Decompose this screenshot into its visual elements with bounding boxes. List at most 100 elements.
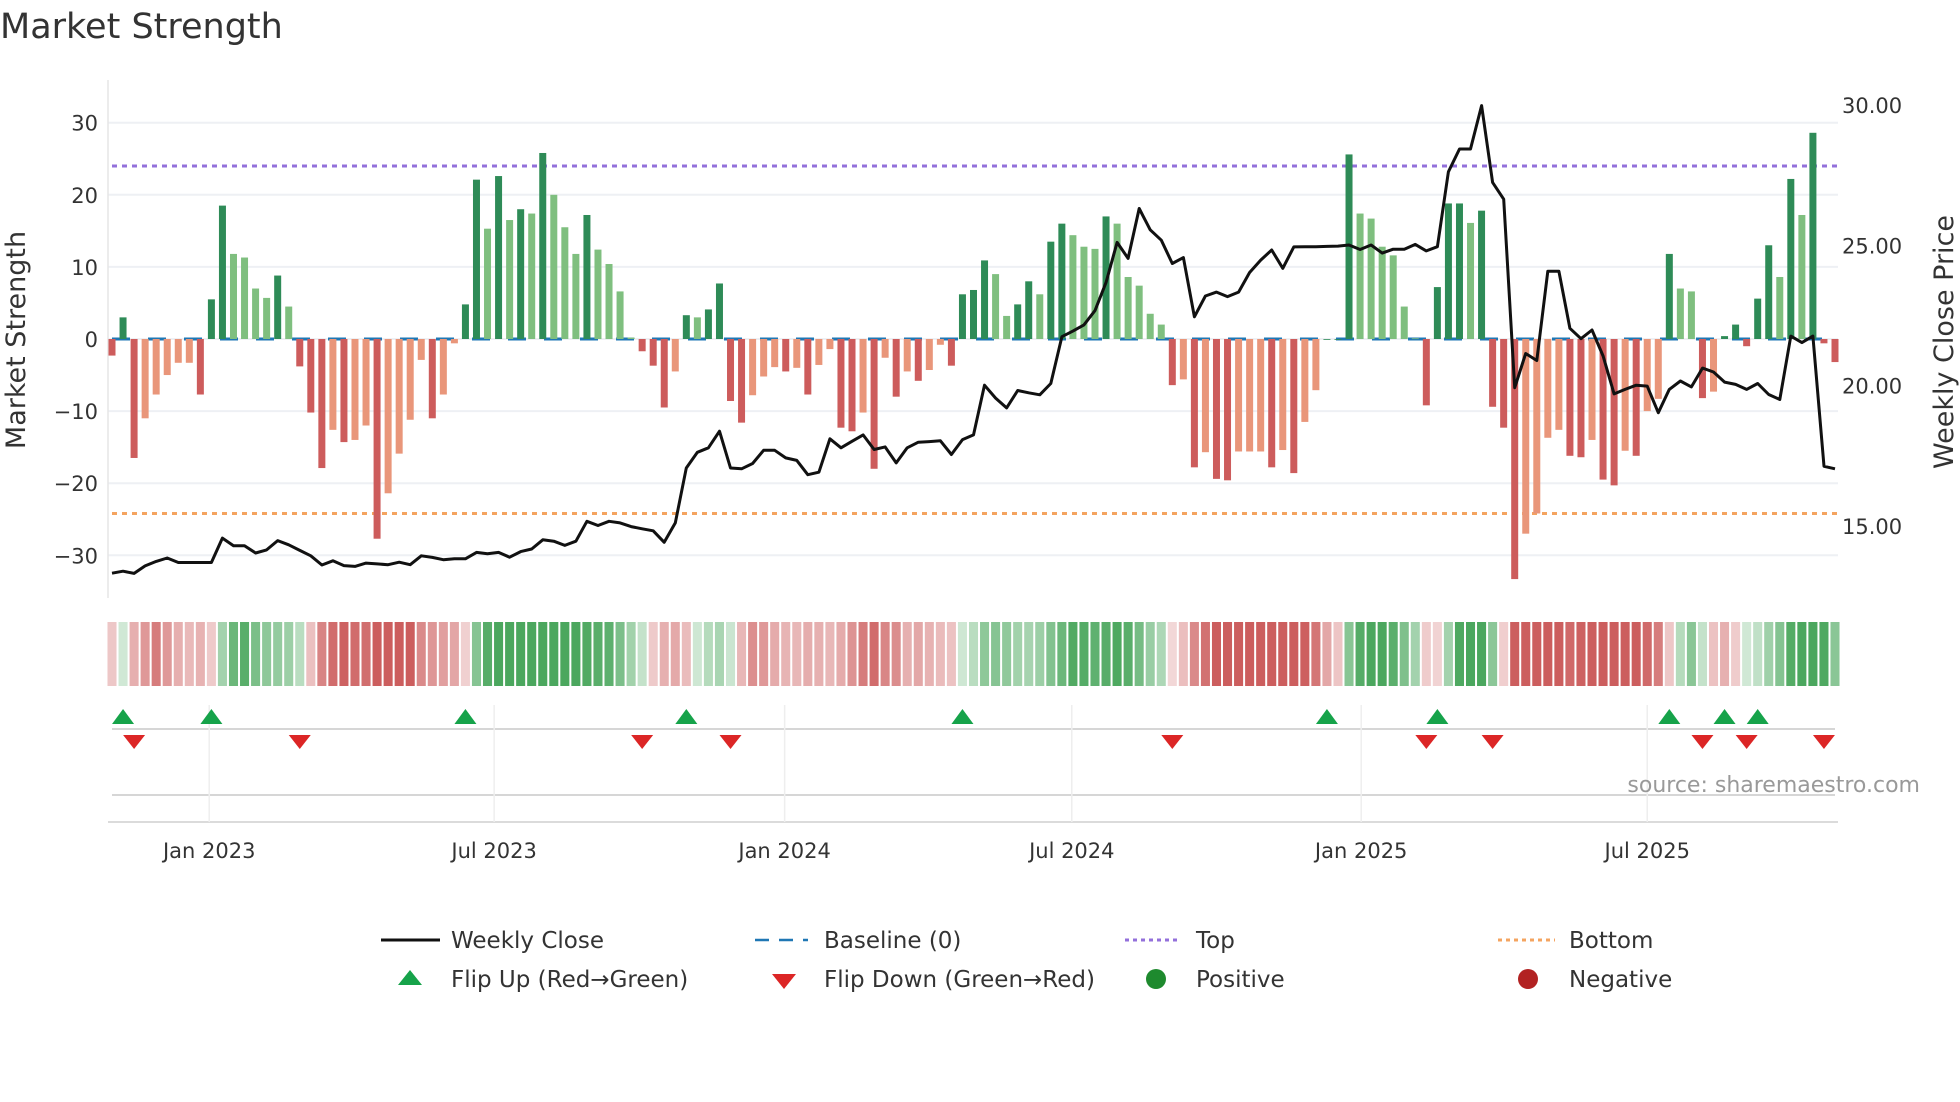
strip-cell	[560, 622, 570, 686]
strip-cell	[107, 622, 117, 686]
strip-cell	[1013, 622, 1023, 686]
strip-cell	[1675, 622, 1685, 686]
strip-cell	[770, 622, 780, 686]
flip-up-marker	[675, 709, 698, 724]
strength-bar	[903, 339, 911, 372]
legend-baseline: Baseline (0)	[824, 928, 961, 954]
strength-bar	[384, 339, 392, 494]
strength-bar	[1224, 339, 1232, 481]
strip-cell	[1720, 622, 1730, 686]
y-tick-label: −10	[54, 400, 98, 424]
x-tick-label: Jul 2024	[1027, 839, 1114, 863]
legend-positive-icon	[1146, 969, 1166, 989]
strip-cell	[1786, 622, 1796, 686]
strip-cell	[262, 622, 272, 686]
strength-bar	[671, 339, 679, 372]
strip-cell	[1443, 622, 1453, 686]
strength-bar	[506, 220, 514, 339]
strength-bar	[1743, 339, 1751, 347]
strip-cell	[527, 622, 537, 686]
strength-bar	[484, 228, 492, 339]
strength-bar	[439, 339, 447, 395]
strip-cell	[350, 622, 360, 686]
left-axis-label: Market Strength	[1, 231, 32, 449]
right-axis-label: Weekly Close Price	[1929, 215, 1960, 469]
y-tick-label: 10	[71, 256, 98, 280]
strength-bar	[119, 317, 127, 339]
legend-positive: Positive	[1196, 967, 1285, 993]
strength-bar	[406, 339, 414, 420]
strip-cell	[1223, 622, 1233, 686]
flip-up-marker	[1658, 709, 1681, 724]
strip-cell	[1145, 622, 1155, 686]
strip-cell	[1510, 622, 1520, 686]
strip-cell	[1697, 622, 1707, 686]
strength-bar	[804, 339, 812, 395]
strength-bar	[1190, 339, 1198, 468]
strength-bar	[395, 339, 403, 454]
strip-cell	[140, 622, 150, 686]
strength-bar	[1643, 339, 1651, 412]
strength-bar	[936, 339, 944, 345]
flip-down-marker	[631, 735, 654, 749]
right-axis-ticks: 15.00 20.00 25.00 30.00	[1842, 94, 1902, 539]
strength-bar	[1212, 339, 1220, 479]
strength-bar	[1058, 223, 1066, 339]
strength-bar	[947, 339, 955, 366]
flip-markers-panel	[108, 705, 1838, 823]
strength-bar	[263, 297, 271, 339]
legend: Weekly Close Baseline (0) Top Bottom Fli…	[381, 928, 1672, 993]
strength-bar	[583, 214, 591, 339]
strength-bar	[1555, 339, 1563, 430]
strip-cell	[1333, 622, 1343, 686]
strip-cell	[759, 622, 769, 686]
strength-bar	[1124, 276, 1132, 339]
strength-bar	[649, 339, 657, 366]
strength-bar	[1069, 235, 1077, 339]
strength-bar	[970, 289, 977, 339]
strength-bar	[727, 339, 735, 402]
legend-flip-up-icon	[398, 970, 422, 985]
strength-bar	[1566, 339, 1574, 456]
strip-cell	[1775, 622, 1785, 686]
strength-bar	[174, 339, 182, 363]
strip-cell	[162, 622, 172, 686]
source-credit: source: sharemaestro.com	[1627, 773, 1920, 798]
legend-flip-up: Flip Up (Red→Green)	[451, 967, 688, 993]
strip-cell	[1112, 622, 1122, 686]
strip-cell	[1024, 622, 1034, 686]
strip-cell	[1344, 622, 1354, 686]
strength-bar	[561, 227, 569, 339]
strip-cell	[339, 622, 349, 686]
strength-bar	[528, 213, 536, 339]
strip-cell	[1532, 622, 1542, 686]
strip-cell	[471, 622, 482, 686]
market-strength-chart: Market Strength −30 −20 −10 0 10 20 30 15.00 20…	[0, 7, 1960, 993]
strip-cell	[880, 622, 890, 686]
strength-bar	[1323, 339, 1331, 340]
strip-cell	[814, 622, 824, 686]
strip-cell	[725, 622, 736, 686]
strip-cell	[151, 622, 161, 686]
strip-cell	[1388, 622, 1398, 686]
strip-cell	[317, 622, 327, 686]
strip-cell	[1068, 622, 1078, 686]
strength-bar	[958, 294, 966, 339]
strength-bar	[925, 339, 933, 371]
legend-negative-icon	[1518, 969, 1538, 989]
strength-bar	[1301, 339, 1309, 422]
strength-bar	[1290, 339, 1298, 474]
strip-cell	[1101, 622, 1111, 686]
strength-bar	[715, 283, 723, 339]
strength-bar	[1500, 339, 1508, 428]
strength-bar	[362, 339, 370, 426]
flip-down-marker	[123, 735, 146, 749]
strength-bar	[881, 339, 889, 358]
x-tick-label: Jul 2023	[449, 839, 536, 863]
strip-cell	[869, 622, 879, 686]
strip-cell	[615, 622, 625, 686]
strip-cell	[1200, 622, 1210, 686]
strength-bar	[1820, 339, 1828, 344]
strip-cell	[1554, 622, 1564, 686]
strip-cell	[1002, 622, 1012, 686]
